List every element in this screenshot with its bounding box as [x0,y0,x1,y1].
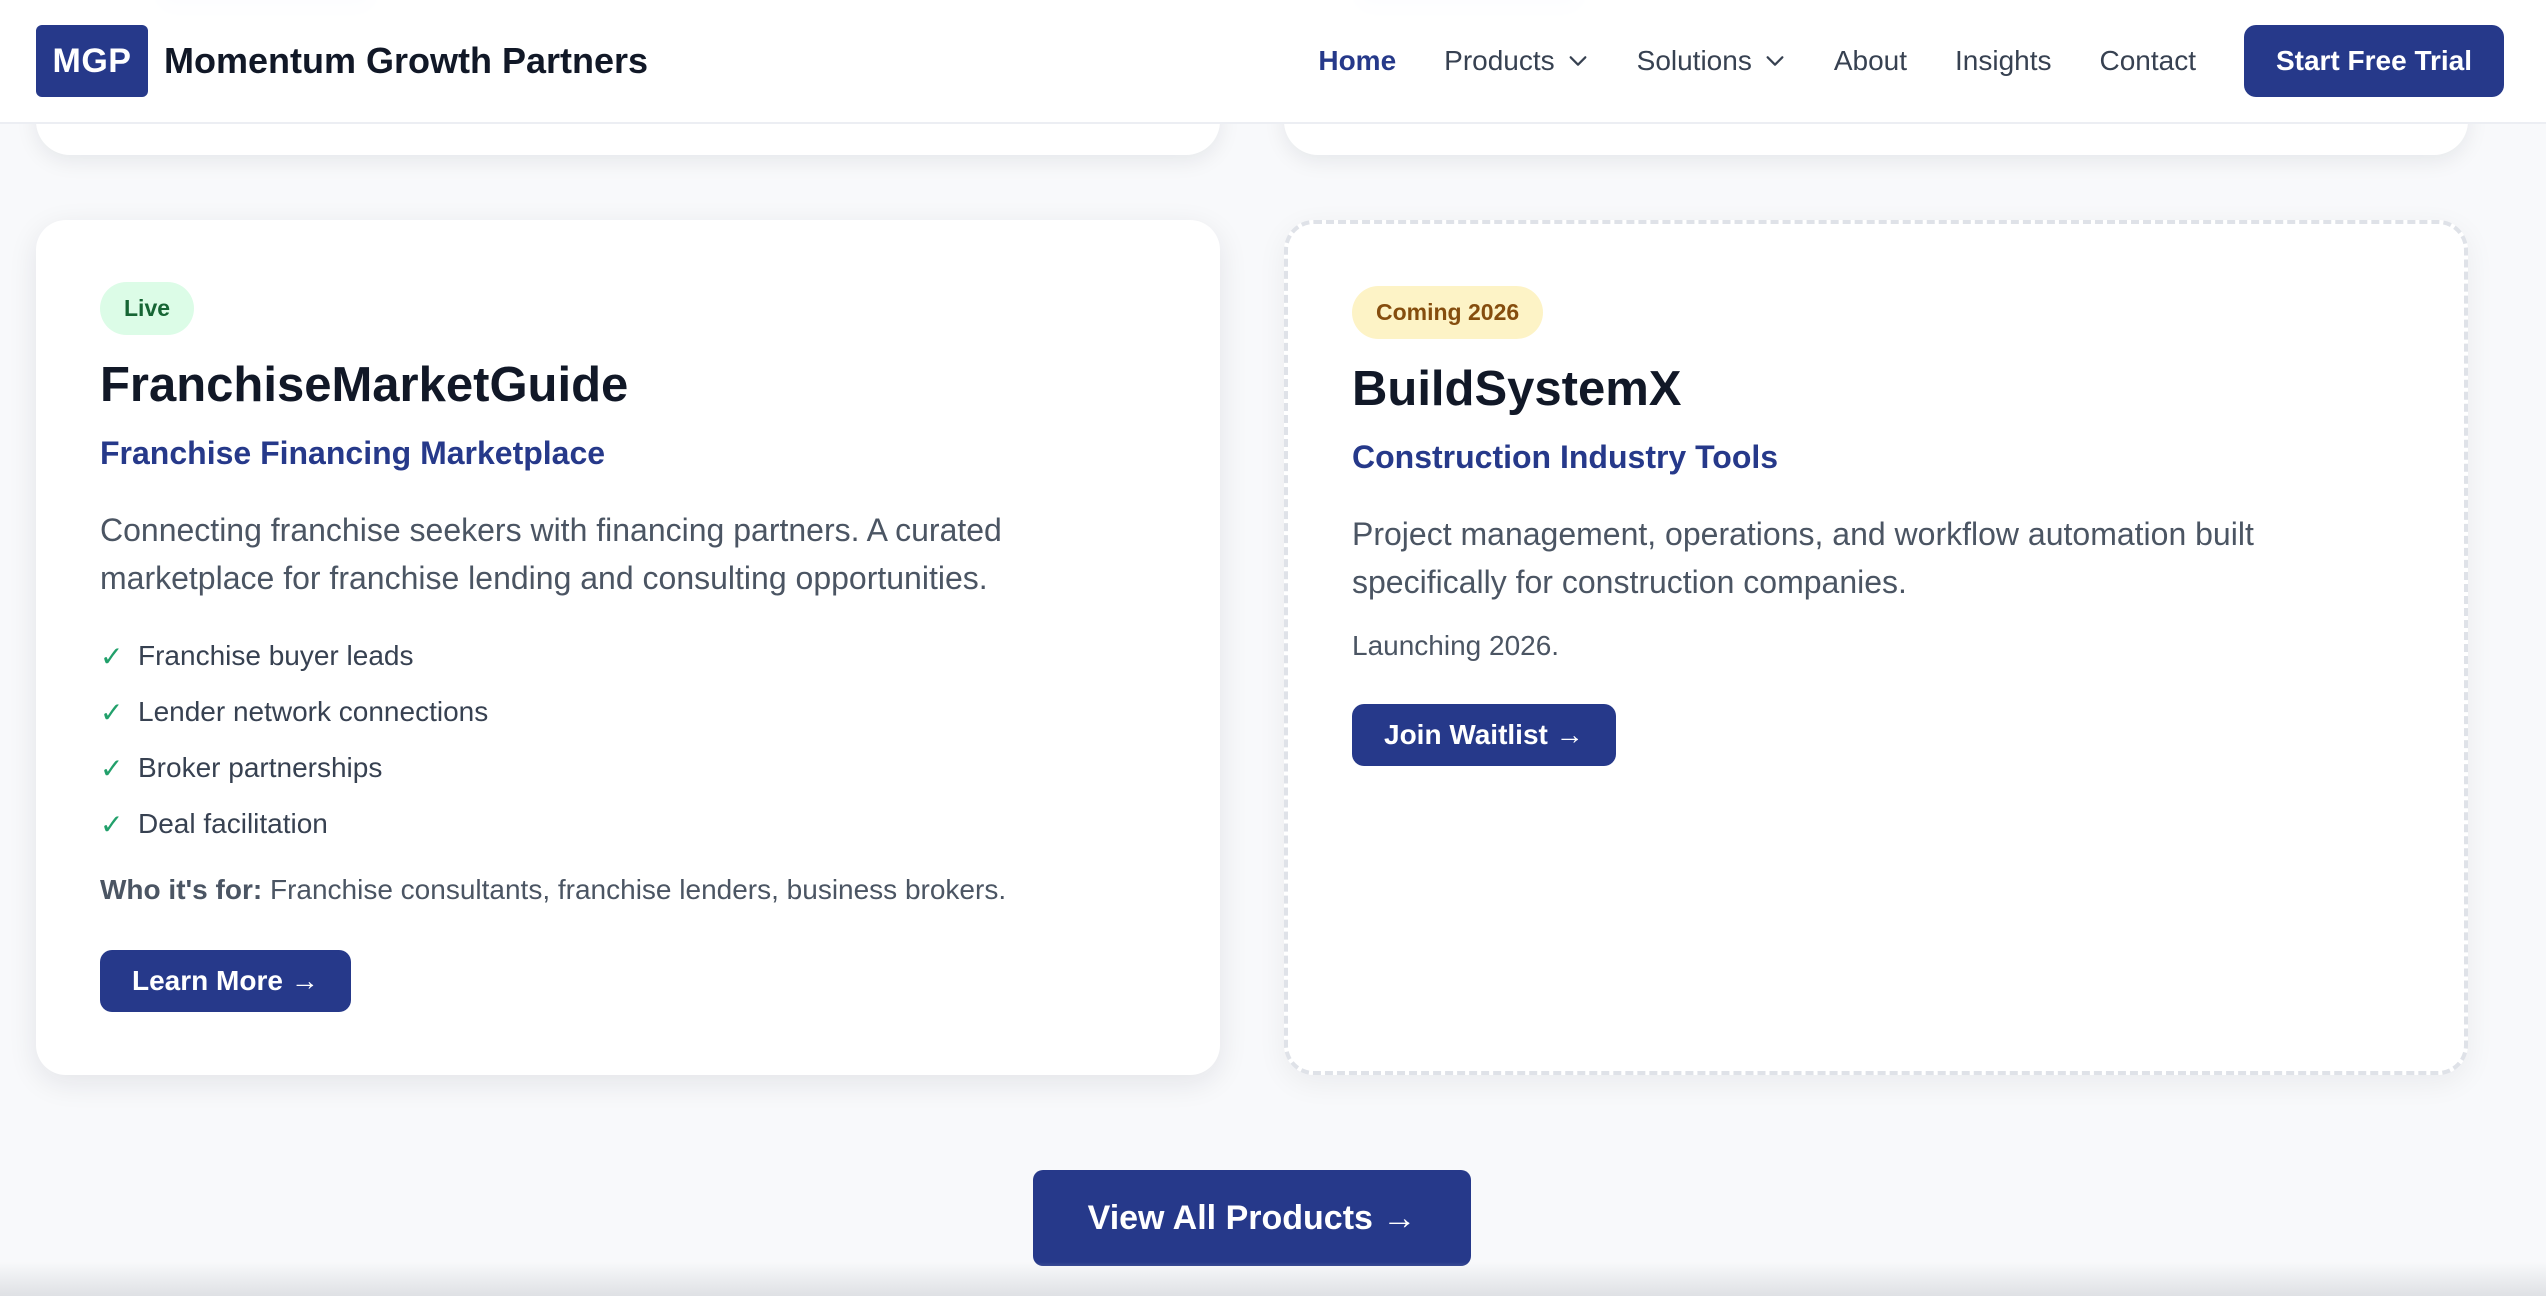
nav-home-label: Home [1318,45,1397,76]
nav-about-label: About [1833,45,1907,76]
start-free-trial-button[interactable]: Start Free Trial [2244,25,2504,97]
join-waitlist-button[interactable]: Join Waitlist → [1352,704,1616,766]
product-title: BuildSystemX [1352,362,1682,416]
brand[interactable]: MGP Momentum Growth Partners [36,25,648,97]
nav-solutions-label: Solutions [1636,45,1752,76]
feature-item: ✓ Deal facilitation [100,796,1156,852]
launch-note: Launching 2026. [1352,630,1560,661]
product-title: FranchiseMarketGuide [100,358,629,412]
logo-mark[interactable]: MGP [36,25,148,97]
feature-item: ✓ Franchise buyer leads [100,628,1156,684]
learn-more-button[interactable]: Learn More → [100,950,351,1012]
nav-about[interactable]: About [1834,45,1907,77]
check-icon: ✓ [100,696,124,728]
product-description: Connecting franchise seekers with financ… [100,512,1002,596]
status-badge: Live [100,282,195,335]
nav-products[interactable]: Products [1444,45,1589,77]
chevron-down-icon [1569,56,1587,66]
feature-label: Deal facilitation [138,808,328,839]
product-card-buildsystemx: Coming 2026 BuildSystemX Construction In… [1284,220,2468,1075]
feature-item: ✓ Lender network connections [100,684,1156,740]
site-header: MGP Momentum Growth Partners Home Produc… [0,0,2546,124]
product-subtitle: Franchise Financing Marketplace [100,435,606,471]
chevron-down-icon [1766,56,1784,66]
product-description: Project management, operations, and work… [1352,516,2254,600]
nav-contact-label: Contact [2099,45,2197,76]
check-icon: ✓ [100,808,124,840]
brand-name[interactable]: Momentum Growth Partners [164,40,648,82]
check-icon: ✓ [100,640,124,672]
feature-label: Franchise buyer leads [138,640,414,671]
nav-insights-label: Insights [1955,45,2052,76]
feature-label: Broker partnerships [138,752,383,783]
main-nav: Home Products Solutions About Insights C… [1318,25,2504,97]
status-badge: Coming 2026 [1352,286,1544,339]
page: MGP Momentum Growth Partners Home Produc… [0,0,2546,1296]
nav-solutions[interactable]: Solutions [1637,45,1786,77]
product-subtitle: Construction Industry Tools [1352,439,1779,475]
audience-label: Who it's for: [100,874,263,905]
nav-home[interactable]: Home [1318,45,1396,77]
audience-note: Who it's for: Franchise consultants, fra… [100,874,1156,906]
feature-item: ✓ Broker partnerships [100,740,1156,796]
nav-contact[interactable]: Contact [2100,45,2197,77]
view-all-products-button[interactable]: View All Products → [1033,1170,1471,1266]
bottom-fade [0,1262,2546,1296]
check-icon: ✓ [100,752,124,784]
product-card-franchisemarketguide: Live FranchiseMarketGuide Franchise Fina… [36,220,1220,1075]
audience-text: Franchise consultants, franchise lenders… [262,874,1007,905]
feature-list: ✓ Franchise buyer leads ✓ Lender network… [100,628,1156,852]
nav-products-label: Products [1444,45,1555,76]
feature-label: Lender network connections [138,696,489,727]
nav-insights[interactable]: Insights [1955,45,2052,77]
